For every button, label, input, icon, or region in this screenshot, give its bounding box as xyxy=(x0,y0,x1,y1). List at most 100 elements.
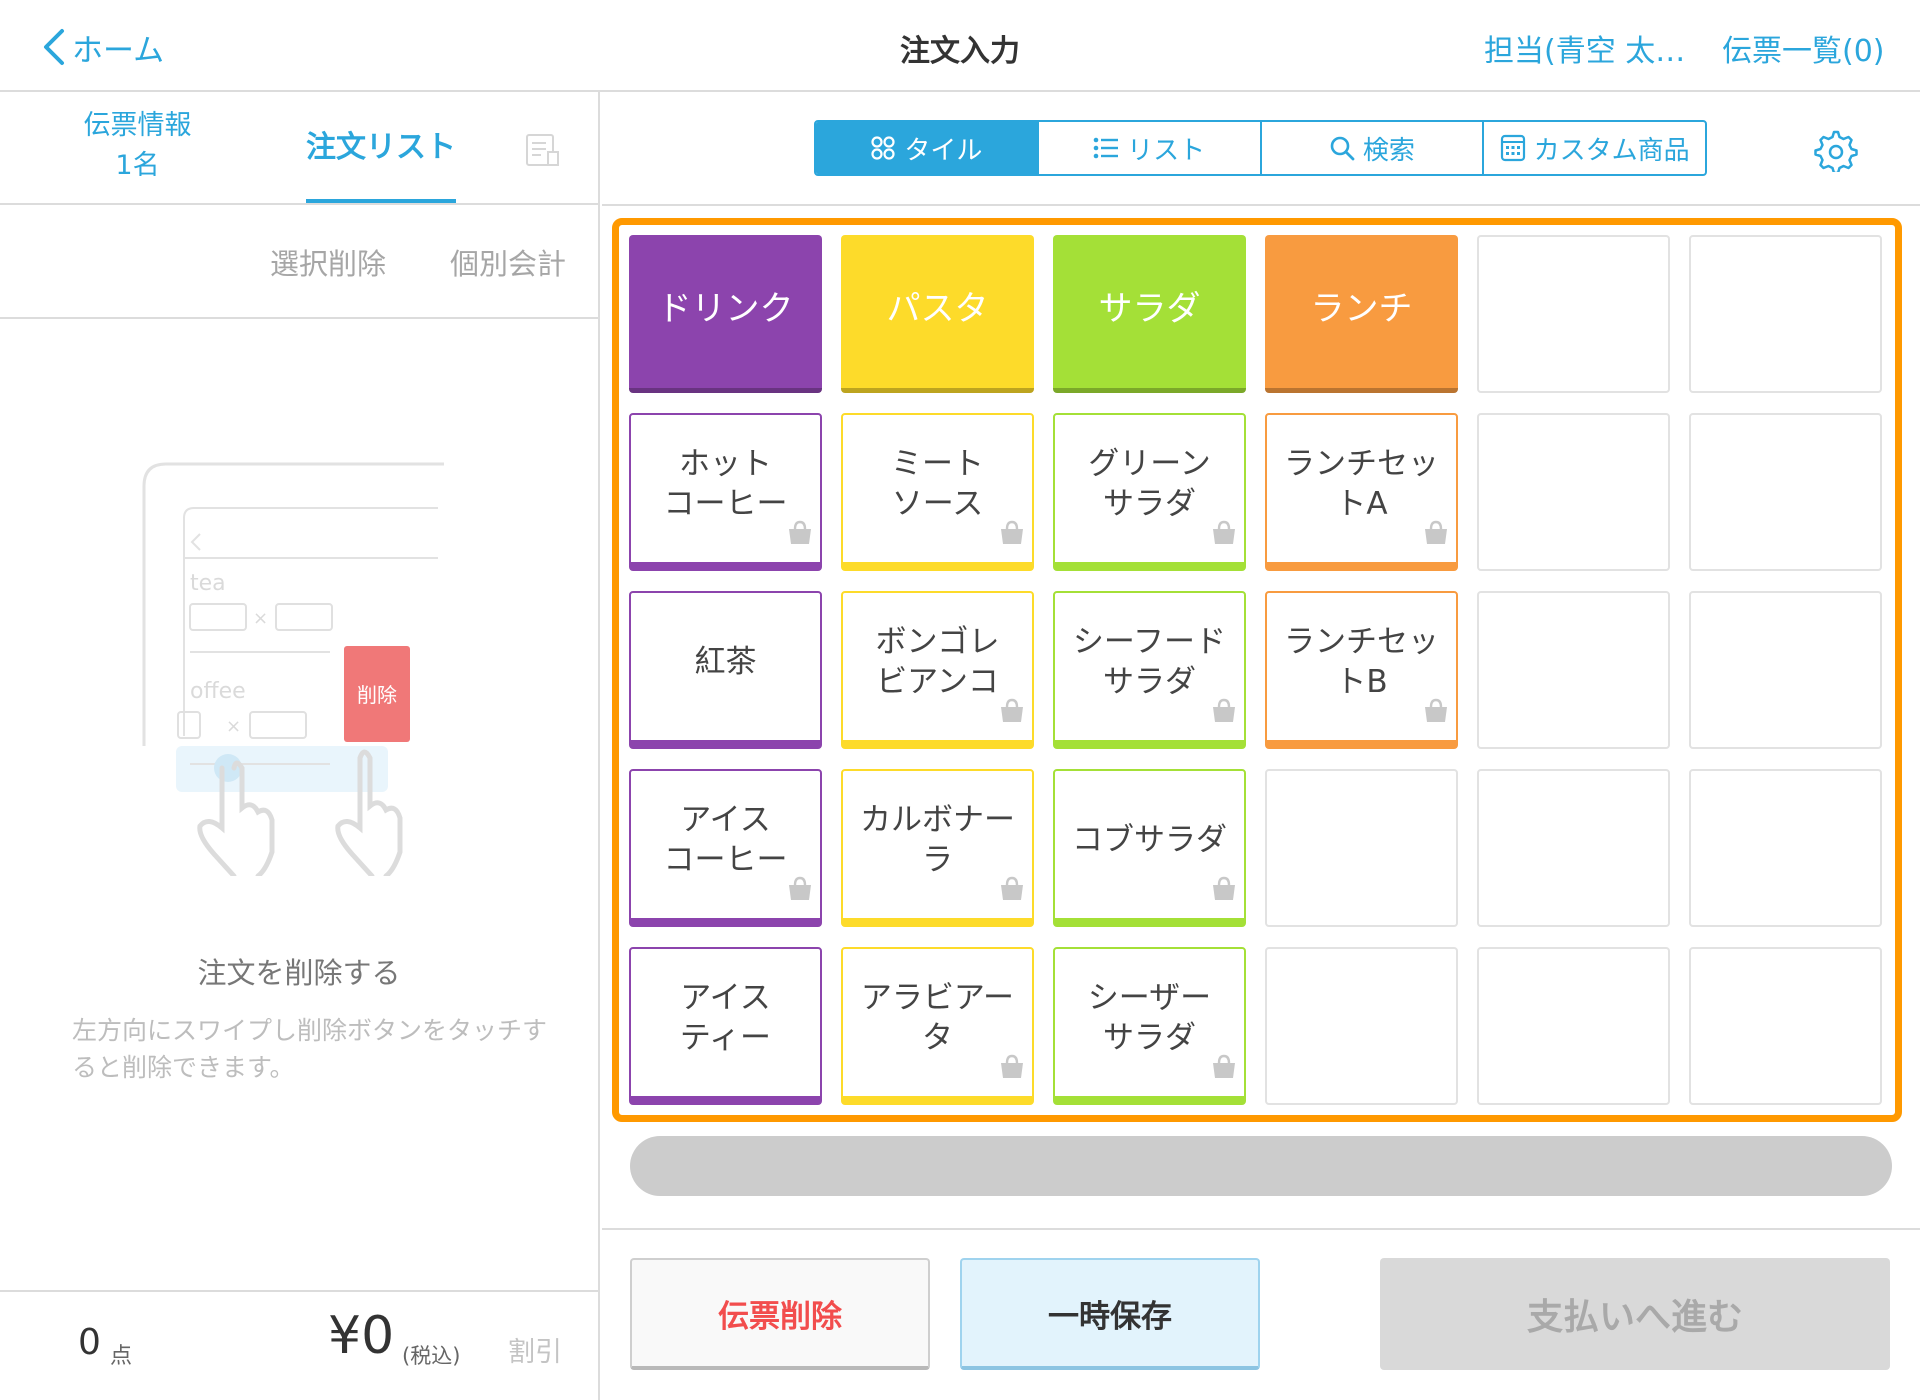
view-mode-list[interactable]: リスト xyxy=(1039,122,1262,174)
list-actions: 選択削除 個別会計 xyxy=(0,205,598,319)
view-mode-bar: タイル リスト 検索 カスタム商品 xyxy=(602,92,1920,206)
empty-tile xyxy=(1689,947,1882,1105)
takeout-bag-icon xyxy=(1422,694,1450,734)
product-label: シーザー サラダ xyxy=(1087,979,1212,1056)
calculator-icon xyxy=(1500,134,1526,162)
product-label: ミート ソース xyxy=(891,445,984,522)
category-label: パスタ xyxy=(886,288,989,329)
swipe-delete-illustration: tea × offee × 削除 xyxy=(142,462,444,876)
product-label: アイス ティー xyxy=(679,979,772,1056)
product-tile[interactable]: シーフード サラダ xyxy=(1053,591,1246,749)
product-label: ランチセッ トA xyxy=(1284,445,1439,522)
takeout-bag-icon xyxy=(1422,516,1450,556)
document-icon[interactable] xyxy=(524,132,560,172)
takeout-bag-icon xyxy=(786,516,814,556)
empty-tile xyxy=(1689,591,1882,749)
delete-slip-button[interactable]: 伝票削除 xyxy=(630,1258,930,1370)
takeout-bag-icon xyxy=(998,872,1026,912)
tab-slip-info[interactable]: 伝票情報 1名 xyxy=(60,106,215,186)
left-tabs: 伝票情報 1名 注文リスト xyxy=(0,92,598,205)
takeout-bag-icon xyxy=(998,694,1026,734)
empty-tile xyxy=(1477,769,1670,927)
product-tile[interactable]: シーザー サラダ xyxy=(1053,947,1246,1105)
hold-order-button[interactable]: 一時保存 xyxy=(960,1258,1260,1370)
page-scroll-bar[interactable] xyxy=(630,1136,1892,1196)
search-icon xyxy=(1329,135,1355,161)
settings-gear-icon[interactable] xyxy=(1814,128,1858,176)
empty-tile xyxy=(1477,591,1670,749)
product-label: 紅茶 xyxy=(694,643,757,680)
category-label: ドリンク xyxy=(657,288,794,329)
product-tile[interactable]: ミート ソース xyxy=(841,413,1034,571)
empty-tile xyxy=(1689,235,1882,393)
takeout-bag-icon xyxy=(1210,1050,1238,1090)
empty-tile xyxy=(1477,235,1670,393)
product-tile[interactable]: カルボナー ラ xyxy=(841,769,1034,927)
illustration-times-2: × xyxy=(226,716,241,737)
order-summary: 0 点 ¥0 (税込) 割引 xyxy=(0,1290,598,1400)
product-tile[interactable]: グリーン サラダ xyxy=(1053,413,1246,571)
view-mode-label: リスト xyxy=(1127,135,1206,166)
product-label: シーフード サラダ xyxy=(1072,623,1227,700)
back-label: ホーム xyxy=(72,32,165,69)
action-bar: 伝票削除 一時保存 支払いへ進む xyxy=(602,1228,1920,1400)
product-tile-grid: ドリンク パスタ サラダ ランチ ホット コーヒー ミート ソース グリーン サラダ ランチセ… xyxy=(629,235,1882,1105)
product-tile[interactable]: 紅茶 xyxy=(629,591,822,749)
select-delete-button[interactable]: 選択削除 xyxy=(270,241,386,283)
takeout-bag-icon xyxy=(786,872,814,912)
product-label: コブサラダ xyxy=(1072,821,1227,858)
split-payment-button[interactable]: 個別会計 xyxy=(450,241,566,283)
view-mode-tiles[interactable]: タイル xyxy=(816,122,1039,174)
empty-state-title: 注文を削除する xyxy=(197,956,401,990)
view-mode-calculator[interactable]: カスタム商品 xyxy=(1484,122,1705,174)
order-list-panel: 伝票情報 1名 注文リスト 選択削除 個別会計 tea × offee × 削除 xyxy=(0,92,600,1400)
product-tile[interactable]: アラビアー タ xyxy=(841,947,1034,1105)
tiles-icon xyxy=(870,135,896,161)
category-tile[interactable]: ランチ xyxy=(1265,235,1458,393)
takeout-bag-icon xyxy=(1210,516,1238,556)
discount-button[interactable]: 割引 xyxy=(508,1330,562,1369)
illustration-item-coffee: offee xyxy=(190,679,246,704)
item-count-unit: 点 xyxy=(110,1344,133,1369)
product-tile[interactable]: コブサラダ xyxy=(1053,769,1246,927)
product-tile[interactable]: アイス ティー xyxy=(629,947,822,1105)
list-icon xyxy=(1093,136,1119,160)
product-tile[interactable]: ランチセッ トB xyxy=(1265,591,1458,749)
empty-state-description: 左方向にスワイプし削除ボタンをタッチすると削除できます。 xyxy=(72,1016,548,1082)
illustration-item-tea: tea xyxy=(190,571,226,596)
empty-tile xyxy=(1689,769,1882,927)
product-tile[interactable]: アイス コーヒー xyxy=(629,769,822,927)
product-tile[interactable]: ランチセッ トA xyxy=(1265,413,1458,571)
product-label: カルボナー ラ xyxy=(860,801,1015,878)
proceed-to-payment-button[interactable]: 支払いへ進む xyxy=(1380,1258,1890,1370)
top-bar: ホーム 注文入力 担当(青空 太… 伝票一覧(0) xyxy=(0,0,1920,92)
product-tile[interactable]: ホット コーヒー xyxy=(629,413,822,571)
view-mode-label: 検索 xyxy=(1362,135,1415,166)
empty-tile xyxy=(1265,947,1458,1105)
tab-order-list[interactable]: 注文リスト xyxy=(306,92,456,203)
product-label: グリーン サラダ xyxy=(1088,445,1211,522)
category-tile[interactable]: パスタ xyxy=(841,235,1034,393)
product-label: ホット コーヒー xyxy=(663,445,788,522)
view-mode-segmented-control: タイル リスト 検索 カスタム商品 xyxy=(814,120,1707,176)
empty-tile xyxy=(1265,769,1458,927)
product-tile-grid-highlight: ドリンク パスタ サラダ ランチ ホット コーヒー ミート ソース グリーン サラダ ランチセ… xyxy=(612,218,1902,1122)
product-label: ランチセッ トB xyxy=(1284,623,1439,700)
illustration-times-1: × xyxy=(253,608,268,629)
staff-button[interactable]: 担当(青空 太… xyxy=(1484,26,1685,70)
view-mode-label: カスタム商品 xyxy=(1533,135,1690,166)
category-tile[interactable]: ドリンク xyxy=(629,235,822,393)
total-amount: ¥0 xyxy=(328,1306,395,1366)
view-mode-search[interactable]: 検索 xyxy=(1262,122,1485,174)
slip-list-button[interactable]: 伝票一覧(0) xyxy=(1722,26,1885,70)
takeout-bag-icon xyxy=(1210,872,1238,912)
category-tile[interactable]: サラダ xyxy=(1053,235,1246,393)
back-button[interactable]: ホーム xyxy=(40,22,164,72)
category-label: サラダ xyxy=(1098,288,1201,329)
takeout-bag-icon xyxy=(998,1050,1026,1090)
chevron-left-icon xyxy=(44,29,64,65)
product-tile[interactable]: ボンゴレ ビアンコ xyxy=(841,591,1034,749)
takeout-bag-icon xyxy=(998,516,1026,556)
product-label: アラビアー タ xyxy=(860,979,1015,1056)
product-label: アイス コーヒー xyxy=(663,801,788,878)
